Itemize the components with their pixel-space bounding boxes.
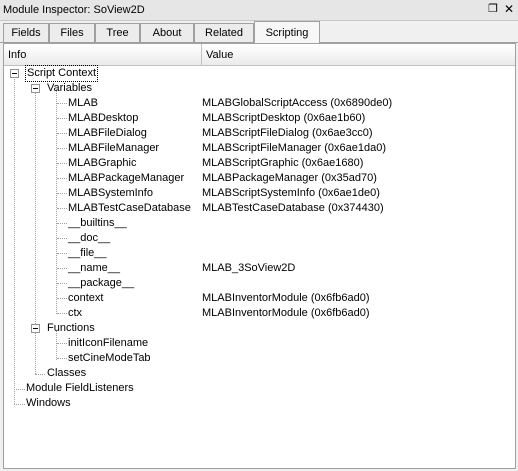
tree-item-label: Windows xyxy=(26,397,71,409)
variable-name: MLABDesktop xyxy=(68,112,139,124)
tree-guide xyxy=(57,298,67,299)
variable-row[interactable]: MLABTestCaseDatabase MLABTestCaseDatabase… xyxy=(4,201,515,216)
tab-files-label: Files xyxy=(60,27,84,39)
title-bar: Module Inspector: SoView2D ❐ ✕ xyxy=(0,0,518,21)
tab-tree-label: Tree xyxy=(106,27,129,39)
tree-guide xyxy=(57,163,67,164)
collapse-icon[interactable] xyxy=(31,84,40,93)
tree-guide xyxy=(57,208,67,209)
variable-row[interactable]: __name__ MLAB_3SoView2D xyxy=(4,261,515,276)
column-value[interactable]: Value xyxy=(202,44,515,66)
tree-guide xyxy=(57,358,67,359)
tab-fields[interactable]: Fields xyxy=(3,23,49,43)
tab-related[interactable]: Related xyxy=(194,23,254,43)
collapse-icon[interactable] xyxy=(31,324,40,333)
variable-row[interactable]: __doc__ xyxy=(4,231,515,246)
variable-value: MLABScriptFileDialog (0x6ae3cc0) xyxy=(202,127,373,139)
close-icon[interactable]: ✕ xyxy=(503,3,515,15)
function-name: setCineModeTab xyxy=(68,352,151,364)
tree-item-windows[interactable]: Windows xyxy=(4,396,515,411)
variable-name: ctx xyxy=(68,307,83,319)
tree-guide xyxy=(57,148,67,149)
tree-guide xyxy=(57,268,67,269)
variable-name: MLABFileManager xyxy=(68,142,160,154)
variable-value: MLABInventorModule (0x6fb6ad0) xyxy=(202,292,370,304)
script-tree-view[interactable]: Info Value Script Context Variables MLAB… xyxy=(3,43,516,469)
variable-row[interactable]: context MLABInventorModule (0x6fb6ad0) xyxy=(4,291,515,306)
tree-item-label: Variables xyxy=(47,82,93,94)
variable-row[interactable]: MLABDesktop MLABScriptDesktop (0x6ae1b60) xyxy=(4,111,515,126)
tree-guide xyxy=(57,223,67,224)
variable-row[interactable]: MLABPackageManager MLABPackageManager (0x… xyxy=(4,171,515,186)
variable-value: MLABScriptDesktop (0x6ae1b60) xyxy=(202,112,366,124)
variable-row[interactable]: __builtins__ xyxy=(4,216,515,231)
tree-guide xyxy=(57,178,67,179)
tab-files[interactable]: Files xyxy=(49,23,95,43)
tab-scripting-label: Scripting xyxy=(265,27,309,39)
variable-name: __doc__ xyxy=(68,232,111,244)
variable-name: MLABFileDialog xyxy=(68,127,147,139)
tab-tree[interactable]: Tree xyxy=(95,23,140,43)
variable-name: context xyxy=(68,292,104,304)
tree-guide xyxy=(57,313,67,314)
window-title: Module Inspector: SoView2D xyxy=(3,4,145,16)
restore-icon[interactable]: ❐ xyxy=(487,3,499,15)
tree-guide xyxy=(57,193,67,194)
variable-value: MLABScriptSystemInfo (0x6ae1de0) xyxy=(202,187,380,199)
tree-item-script-context[interactable]: Script Context xyxy=(4,65,515,82)
variable-row[interactable]: MLABSystemInfo MLABScriptSystemInfo (0x6a… xyxy=(4,186,515,201)
tree-item-label: Classes xyxy=(47,367,87,379)
tree-guide xyxy=(57,238,67,239)
tree-item-label: Functions xyxy=(47,322,95,334)
variable-row[interactable]: MLABFileManager MLABScriptFileManager (0x… xyxy=(4,141,515,156)
tree-guide xyxy=(57,133,67,134)
variable-name: __builtins__ xyxy=(68,217,127,229)
variable-value: MLABTestCaseDatabase (0x374430) xyxy=(202,202,384,214)
variable-value: MLABScriptGraphic (0x6ae1680) xyxy=(202,157,364,169)
tree-item-label: Module FieldListeners xyxy=(26,382,134,394)
variable-row[interactable]: __package__ xyxy=(4,276,515,291)
variable-row[interactable]: __file__ xyxy=(4,246,515,261)
variable-name: __name__ xyxy=(68,262,120,274)
tree-item-classes[interactable]: Classes xyxy=(4,366,515,381)
variable-name: MLAB xyxy=(68,97,98,109)
tree-item-functions[interactable]: Functions xyxy=(4,321,515,336)
tab-bar: Fields Files Tree About Related Scriptin… xyxy=(0,21,518,59)
function-name: initIconFilename xyxy=(68,337,149,349)
variable-name: MLABTestCaseDatabase xyxy=(68,202,191,214)
variable-name: __package__ xyxy=(68,277,135,289)
variable-name: MLABGraphic xyxy=(68,157,137,169)
variable-value: MLABGlobalScriptAccess (0x6890de0) xyxy=(202,97,393,109)
tab-fields-label: Fields xyxy=(11,27,41,39)
variable-row[interactable]: MLABGraphic MLABScriptGraphic (0x6ae1680) xyxy=(4,156,515,171)
variable-value: MLAB_3SoView2D xyxy=(202,262,296,274)
function-row[interactable]: setCineModeTab xyxy=(4,351,515,366)
tab-about-label: About xyxy=(152,27,182,39)
tree-body: Script Context Variables MLAB MLABGlobalS… xyxy=(4,65,515,411)
tree-item-module-field-listeners[interactable]: Module FieldListeners xyxy=(4,381,515,396)
variable-name: MLABPackageManager xyxy=(68,172,185,184)
variable-name: MLABSystemInfo xyxy=(68,187,153,199)
tab-scripting[interactable]: Scripting xyxy=(254,21,320,43)
column-info[interactable]: Info xyxy=(4,44,202,66)
tab-related-label: Related xyxy=(205,27,243,39)
tree-guide xyxy=(57,253,67,254)
tab-about[interactable]: About xyxy=(140,23,194,43)
tree-guide xyxy=(57,343,67,344)
variable-row[interactable]: ctx MLABInventorModule (0x6fb6ad0) xyxy=(4,306,515,321)
tree-guide xyxy=(57,103,67,104)
variable-value: MLABScriptFileManager (0x6ae1da0) xyxy=(202,142,387,154)
function-row[interactable]: initIconFilename xyxy=(4,336,515,351)
variable-name: __file__ xyxy=(68,247,107,259)
tree-item-variables[interactable]: Variables xyxy=(4,81,515,96)
variable-row[interactable]: MLABFileDialog MLABScriptFileDialog (0x6a… xyxy=(4,126,515,141)
tree-guide xyxy=(57,118,67,119)
variable-value: MLABInventorModule (0x6fb6ad0) xyxy=(202,307,370,319)
tree-guide xyxy=(57,283,67,284)
tree-item-label: Script Context xyxy=(24,65,99,82)
variable-value: MLABPackageManager (0x35ad70) xyxy=(202,172,377,184)
column-header: Info Value xyxy=(4,44,515,66)
collapse-icon[interactable] xyxy=(10,69,19,78)
variable-row[interactable]: MLAB MLABGlobalScriptAccess (0x6890de0) xyxy=(4,96,515,111)
